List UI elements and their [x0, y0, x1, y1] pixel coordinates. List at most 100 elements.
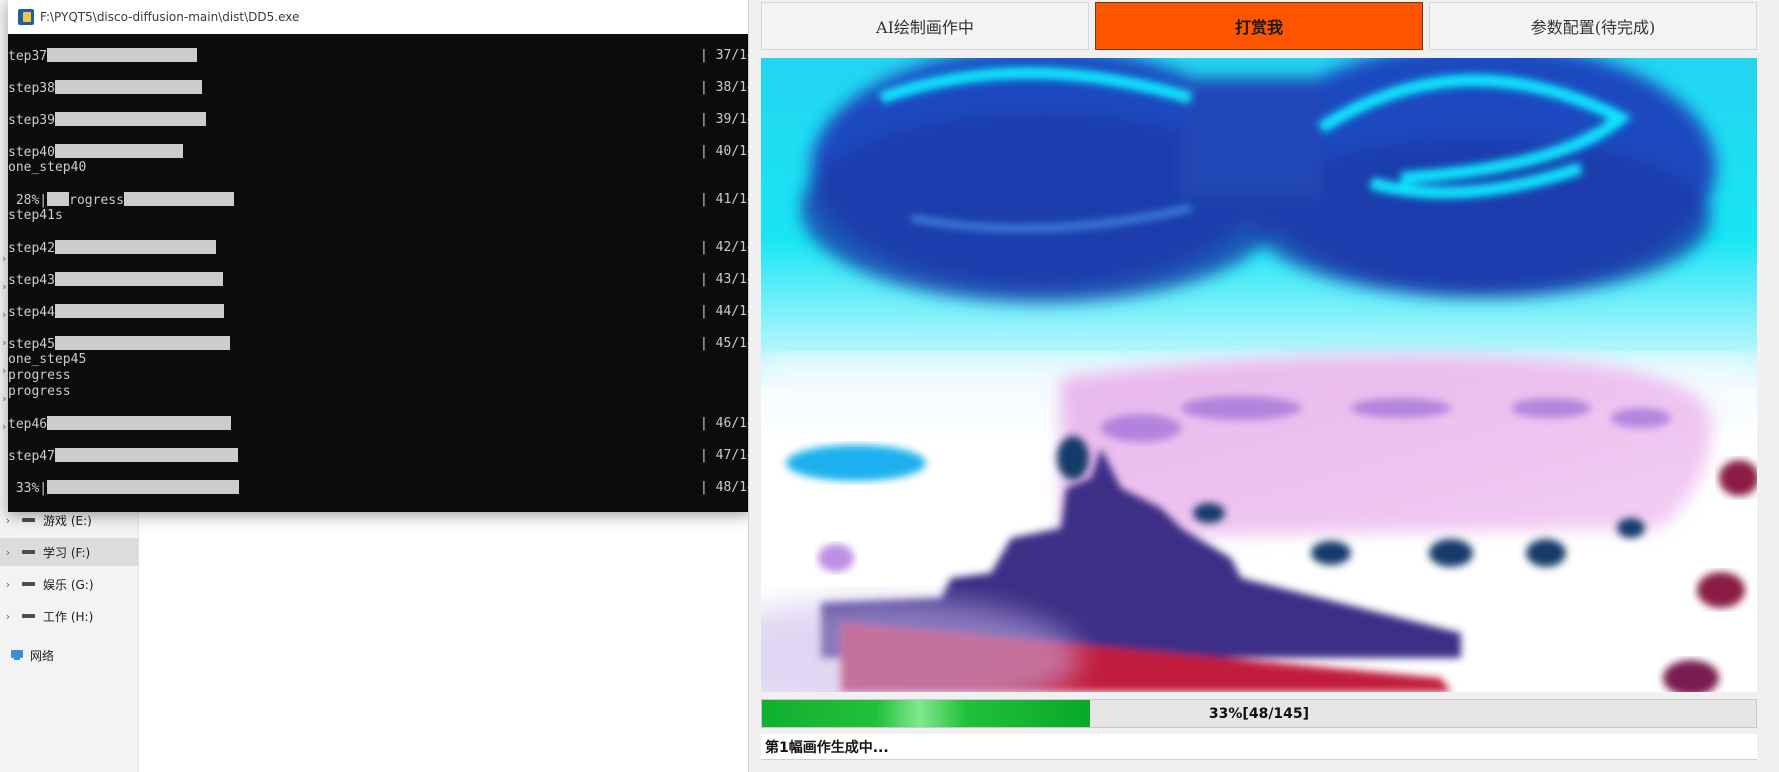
drive-icon [22, 614, 35, 618]
nav-item-label: 娱乐 (G:) [43, 577, 94, 592]
chevron-right-icon[interactable]: › [2, 420, 6, 433]
tab-label: 参数配置(待完成) [1530, 18, 1656, 37]
console-progress-bar [54, 240, 216, 254]
console-line: step43 [8, 272, 223, 289]
nav-item-drive-g[interactable]: › 娱乐 (G:) [0, 570, 138, 598]
tab-settings[interactable]: 参数配置(待完成) [1429, 2, 1757, 50]
chevron-right-icon[interactable]: › [2, 578, 14, 591]
console-progress-bar [54, 112, 206, 126]
console-line-count: | 38/14 [700, 80, 755, 95]
console-line: tep46 [8, 416, 232, 433]
console-line: 28%| rogress [8, 192, 234, 209]
chevron-right-icon[interactable]: › [2, 546, 14, 559]
console-line-count: | 37/14 [700, 48, 755, 63]
console-output: tep37 | 37/14 step38 | 38/14 step39 | 39/14 st… [8, 34, 755, 512]
console-line: step47 [8, 448, 238, 465]
console-line: step45 [8, 336, 230, 353]
nav-item-label: 工作 (H:) [43, 609, 94, 624]
tab-label: AI绘制画作中 [876, 18, 974, 37]
progress-label: 33%[48/145] [1208, 705, 1310, 722]
nav-item-label: 学习 (F:) [43, 545, 91, 560]
status-text: 第1幅画作生成中... [761, 734, 1757, 760]
console-line-text: step39 [8, 113, 55, 128]
console-line: step41s [8, 208, 63, 224]
console-line: progress [8, 384, 71, 400]
network-icon [10, 649, 24, 661]
console-line-text: step43 [8, 273, 55, 288]
chevron-right-icon[interactable]: › [2, 514, 14, 527]
console-line-text: rogress [69, 193, 124, 208]
console-line: step39 [8, 112, 206, 129]
console-line-text: progress [8, 384, 71, 399]
console-line: step42 [8, 240, 216, 257]
console-line-text: step45 [8, 337, 55, 352]
generated-image [761, 58, 1757, 692]
console-line: progress [8, 368, 71, 384]
console-line-count: | 43/14 [700, 272, 755, 287]
console-line-count: | 48/14 [700, 480, 755, 495]
chevron-right-icon[interactable]: › [2, 364, 6, 377]
console-line-text: one_step45 [8, 352, 87, 367]
console-window[interactable]: F:\PYQT5\disco-diffusion-main\dist\DD5.e… [8, 0, 755, 512]
console-progress-bar [47, 48, 198, 62]
nav-item-drive-h[interactable]: › 工作 (H:) [0, 602, 138, 630]
tab-ai-painting[interactable]: AI绘制画作中 [761, 2, 1089, 50]
chevron-right-icon[interactable]: › [2, 308, 6, 321]
console-line-count: | 41/14 [700, 192, 755, 207]
nav-item-label: 网络 [30, 648, 55, 663]
nav-item-network[interactable]: 网络 [0, 641, 138, 669]
console-line: one_step40 [8, 160, 86, 176]
console-progress-bar [47, 416, 232, 430]
console-line-count: | 46/14 [700, 416, 755, 431]
nav-item-label: 游戏 (E:) [43, 513, 92, 528]
nav-item-drive-f[interactable]: › 学习 (F:) [0, 538, 138, 566]
console-line-count: | 47/14 [700, 448, 755, 463]
console-progress-bar [54, 80, 202, 94]
console-line: 33%| [8, 480, 240, 497]
chevron-right-icon[interactable]: › [2, 392, 6, 405]
console-line-text: step42 [8, 241, 55, 256]
console-line: step44 [8, 304, 224, 321]
console-app-icon [18, 9, 34, 25]
console-line-text: step38 [8, 81, 55, 96]
chevron-right-icon[interactable]: › [2, 252, 6, 265]
console-line-text: 28%| [8, 193, 48, 208]
drive-icon [22, 518, 35, 522]
console-line: one_step45 [8, 352, 86, 368]
chevron-right-icon[interactable]: › [2, 280, 6, 293]
console-progress-bar [47, 480, 240, 494]
chevron-right-icon[interactable]: › [2, 610, 14, 623]
console-progress-bar [54, 336, 230, 350]
drive-icon [22, 550, 35, 554]
console-titlebar[interactable]: F:\PYQT5\disco-diffusion-main\dist\DD5.e… [8, 0, 750, 34]
console-line-text: tep46 [8, 417, 48, 432]
console-line-text: progress [8, 368, 71, 383]
tab-label: 打赏我 [1234, 18, 1283, 37]
console-line: step38 [8, 80, 202, 97]
ai-painter-window: AI绘制画作中 打赏我 参数配置(待完成) 33%[48/145] 第1幅画作生… [748, 0, 1779, 772]
console-line-text: step41s [8, 208, 63, 223]
console-progress-bar [54, 448, 238, 462]
console-line-text: 33%| [8, 481, 48, 496]
console-progress-bar [54, 144, 183, 158]
console-title: F:\PYQT5\disco-diffusion-main\dist\DD5.e… [40, 10, 300, 24]
console-line-count: | 42/14 [700, 240, 755, 255]
console-line-text: tep37 [8, 49, 48, 64]
console-progress-bar [54, 272, 223, 286]
console-line-count: | 39/14 [700, 112, 755, 127]
tab-donate[interactable]: 打赏我 [1095, 2, 1423, 50]
console-line-text: step44 [8, 305, 55, 320]
console-line-count: | 40/14 [700, 144, 755, 159]
console-line-text: one_step40 [8, 160, 87, 175]
generated-image-artwork [761, 58, 1757, 692]
console-line: step40 [8, 144, 183, 161]
console-progress-bar [123, 192, 234, 206]
drive-icon [22, 582, 35, 586]
console-progress-bar [54, 304, 224, 318]
console-line-text: step40 [8, 145, 55, 160]
chevron-right-icon[interactable]: › [2, 336, 6, 349]
console-progress-bar [47, 192, 70, 206]
console-line-count: | 44/14 [700, 304, 755, 319]
generation-progress-bar: 33%[48/145] [761, 699, 1757, 728]
console-line: tep37 [8, 48, 198, 65]
